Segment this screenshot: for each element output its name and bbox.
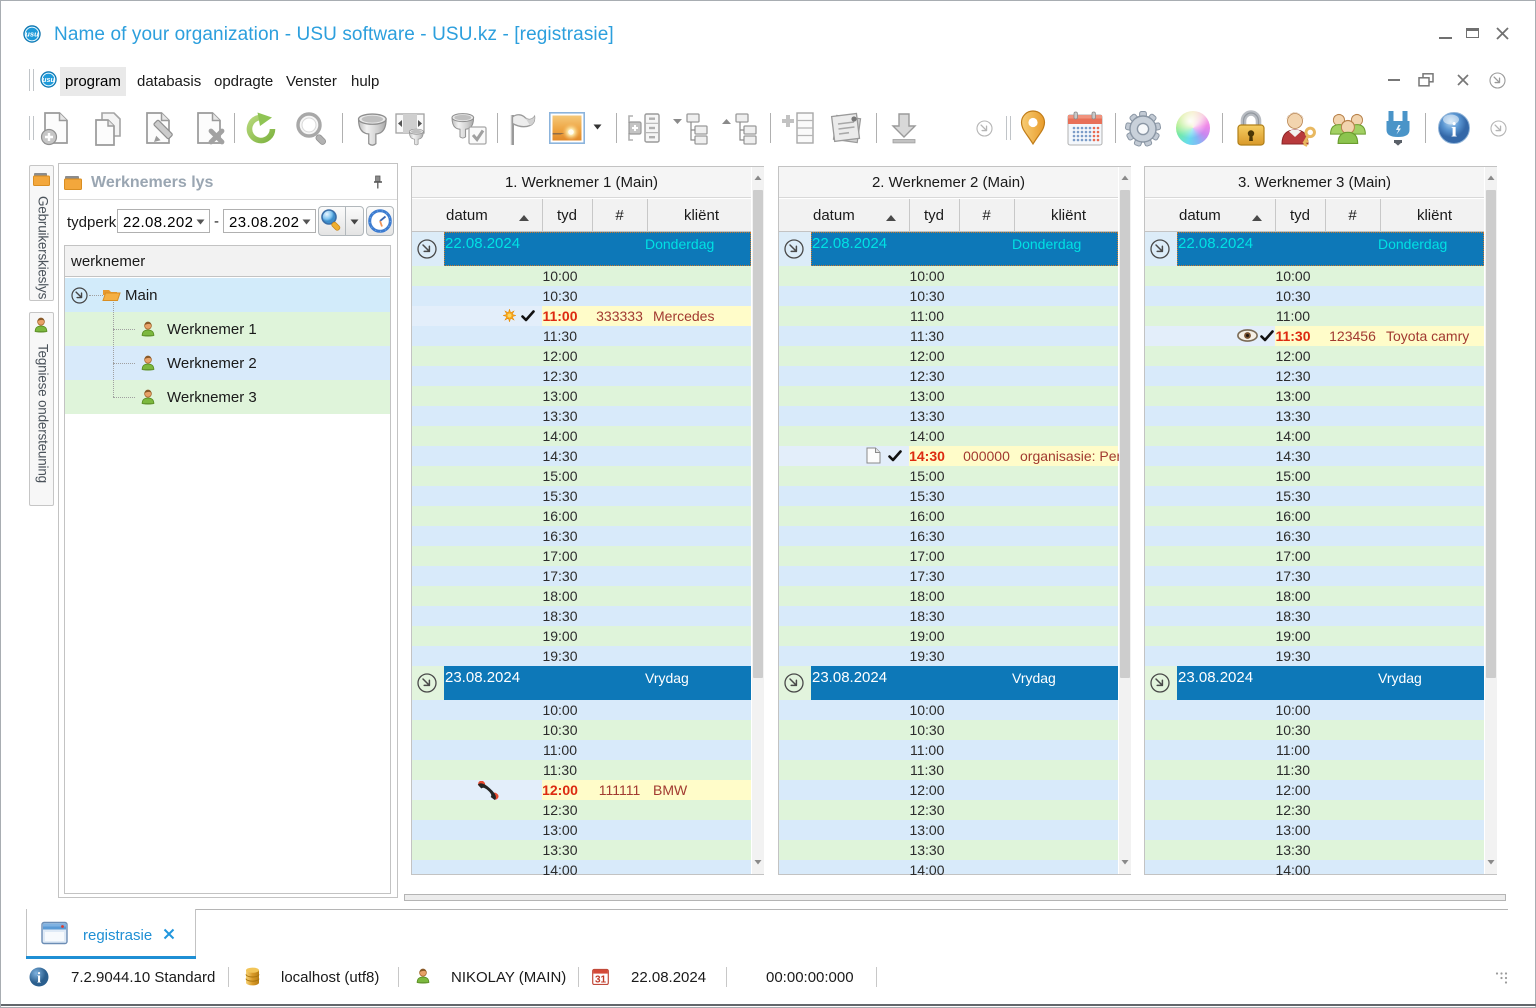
svg-text:i: i: [37, 971, 41, 987]
svg-text:usu: usu: [25, 30, 39, 39]
svg-text:i: i: [1451, 118, 1457, 142]
svg-text:31: 31: [595, 975, 607, 986]
svg-text:usu: usu: [42, 76, 55, 84]
